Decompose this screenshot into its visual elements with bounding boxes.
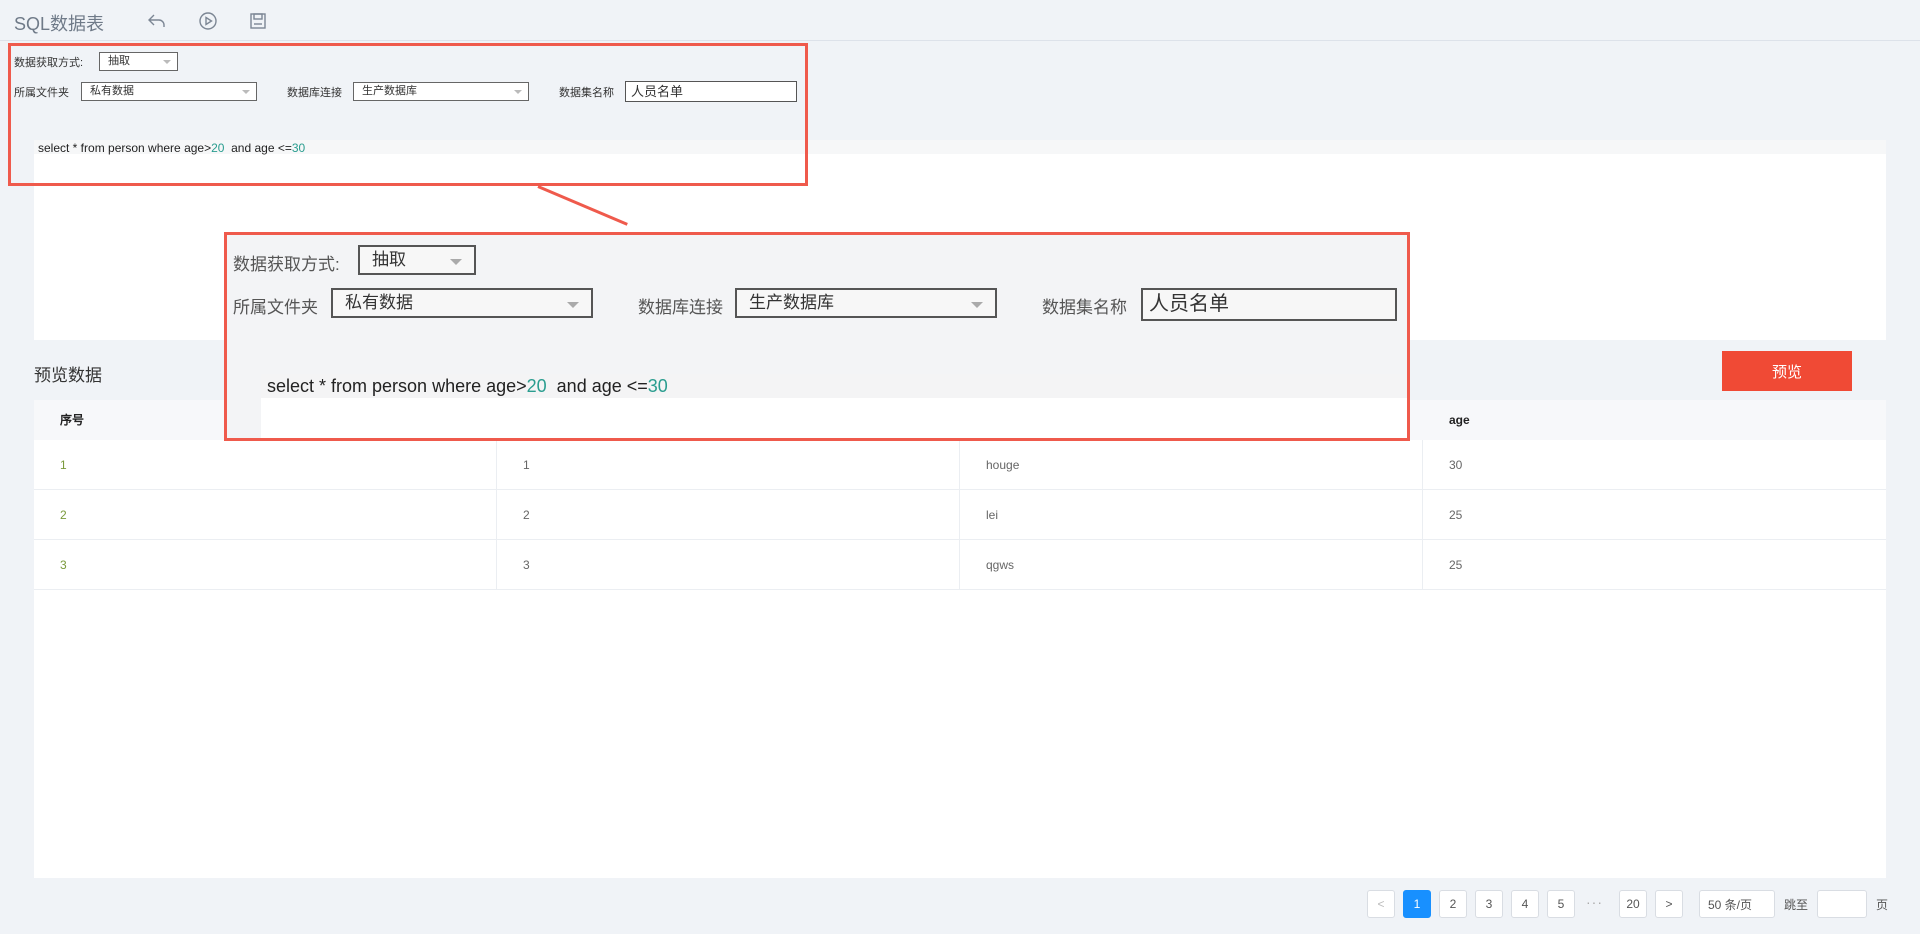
preview-table: 序号 age 1 1 houge 30 2 2 lei 25 3 3 qgws …: [34, 400, 1886, 878]
page-button-4[interactable]: 4: [1511, 890, 1539, 918]
dataset-label: 数据集名称: [559, 87, 614, 99]
zoom-fetch-mode-label: 数据获取方式:: [233, 255, 340, 274]
zoom-sql-editor: select * from person where age>20 and ag…: [261, 374, 1408, 439]
zoom-callout: 数据获取方式: 抽取 所属文件夹 私有数据 数据库连接 生产数据库 数据集名称 …: [226, 234, 1408, 439]
fetch-mode-value: 抽取: [108, 55, 130, 67]
column-header: age: [1449, 413, 1470, 427]
zoom-folder-value: 私有数据: [345, 293, 413, 312]
table-cell: 2: [497, 490, 960, 539]
sql-query[interactable]: select * from person where age>20 and ag…: [38, 141, 305, 155]
jump-page-input[interactable]: [1817, 890, 1867, 918]
pagination-ellipsis[interactable]: ···: [1586, 894, 1603, 910]
table-row: 3 3 qgws 25: [34, 540, 1886, 590]
table-cell: 25: [1449, 508, 1463, 522]
chevron-down-icon: [450, 259, 462, 265]
db-value: 生产数据库: [362, 85, 417, 97]
page-button-5[interactable]: 5: [1547, 890, 1575, 918]
table-cell: lei: [960, 490, 1423, 539]
folder-label: 所属文件夹: [14, 87, 69, 99]
table-row: 1 1 houge 30: [34, 440, 1886, 490]
top-toolbar: SQL数据表: [0, 0, 1920, 41]
preview-title: 预览数据: [34, 366, 102, 385]
db-select[interactable]: 生产数据库: [353, 82, 529, 101]
chevron-down-icon: [567, 302, 579, 308]
zoom-fetch-mode-value: 抽取: [372, 250, 406, 269]
table-cell: qgws: [960, 540, 1423, 589]
chevron-down-icon: [971, 302, 983, 308]
folder-value: 私有数据: [90, 85, 134, 97]
table-cell: 25: [1449, 558, 1463, 572]
table-cell: 2: [34, 490, 497, 539]
prev-page-button[interactable]: <: [1367, 890, 1395, 918]
chevron-down-icon: [514, 90, 522, 94]
zoom-db-select: 生产数据库: [735, 288, 997, 318]
page-button-2[interactable]: 2: [1439, 890, 1467, 918]
page-size-value: 50 条/页: [1708, 897, 1753, 912]
save-icon[interactable]: [247, 10, 269, 32]
page-size-select[interactable]: 50 条/页: [1699, 890, 1775, 918]
zoom-dataset-label: 数据集名称: [1042, 298, 1127, 317]
chevron-down-icon: [242, 90, 250, 94]
jump-label: 跳至: [1784, 898, 1809, 912]
zoom-db-value: 生产数据库: [749, 293, 834, 312]
zoom-db-label: 数据库连接: [638, 298, 723, 317]
page-button-3[interactable]: 3: [1475, 890, 1503, 918]
table-cell: 3: [497, 540, 960, 589]
table-cell: houge: [960, 440, 1423, 489]
zoom-dataset-input: 人员名单: [1141, 288, 1397, 321]
table-cell: 30: [1449, 458, 1463, 472]
editor-active-line: [34, 140, 1886, 154]
preview-button[interactable]: 预览: [1722, 351, 1852, 391]
folder-select[interactable]: 私有数据: [81, 82, 257, 101]
dataset-name-input[interactable]: 人员名单: [625, 81, 797, 102]
zoom-folder-label: 所属文件夹: [233, 298, 318, 317]
page-suffix-label: 页: [1876, 898, 1889, 912]
pagination: < 1 2 3 4 5 ··· 20 > 50 条/页 跳至 页: [0, 890, 1920, 918]
table-cell: 1: [497, 440, 960, 489]
app-title: SQL数据表: [14, 14, 105, 34]
next-page-button[interactable]: >: [1655, 890, 1683, 918]
page-button-1[interactable]: 1: [1403, 890, 1431, 918]
page-button-last[interactable]: 20: [1619, 890, 1647, 918]
zoom-folder-select: 私有数据: [331, 288, 593, 318]
table-cell: 3: [34, 540, 497, 589]
chevron-down-icon: [163, 60, 171, 64]
run-icon[interactable]: [197, 10, 219, 32]
fetch-mode-label: 数据获取方式:: [14, 57, 84, 69]
undo-icon[interactable]: [146, 10, 168, 32]
table-row: 2 2 lei 25: [34, 490, 1886, 540]
db-label: 数据库连接: [287, 87, 342, 99]
zoom-fetch-mode-select: 抽取: [358, 245, 476, 275]
table-cell: 1: [34, 440, 497, 489]
fetch-mode-select[interactable]: 抽取: [99, 52, 178, 71]
zoom-sql-query: select * from person where age>20 and ag…: [267, 376, 668, 396]
